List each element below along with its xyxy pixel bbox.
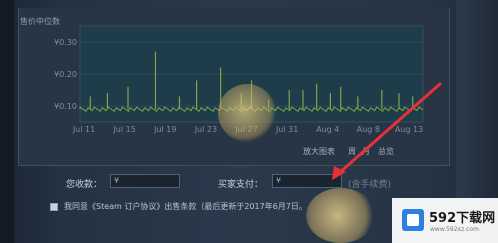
logo-url: www.592xz.com (430, 226, 479, 233)
market-sell-dialog: 售价中位数 ¥0.30 ¥0.20 ¥0.10 Jul 11 Jul 15 Jul 19… (0, 0, 498, 243)
site-logo: 592下载网 www.592xz.com (392, 198, 498, 243)
logo-name: 592下载网 (429, 211, 496, 226)
logo-icon (402, 209, 424, 231)
